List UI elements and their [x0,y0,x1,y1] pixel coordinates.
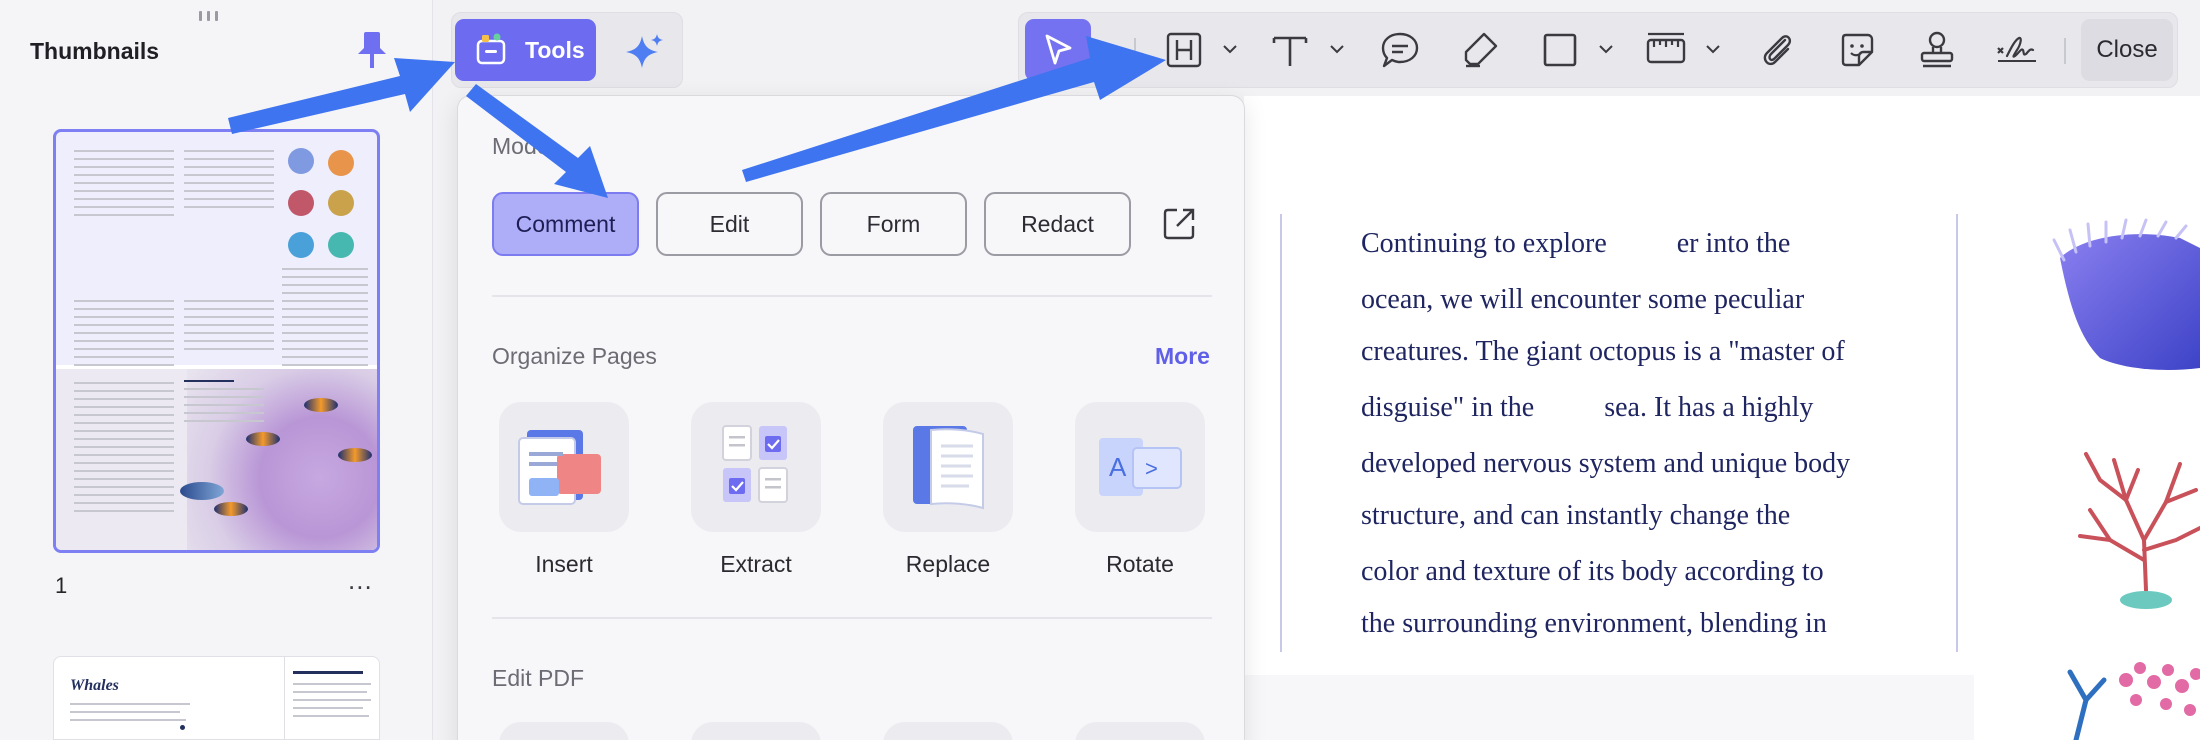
toolbar-divider [2064,38,2066,64]
pin-icon[interactable] [352,28,392,76]
highlight-heading-tool[interactable] [1160,26,1208,74]
signature-tool[interactable] [1993,26,2041,74]
heading-icon [1166,32,1202,68]
close-button[interactable]: Close [2081,19,2173,81]
mode-form-button[interactable]: Form [820,192,967,256]
page-thumbnail-1[interactable] [53,129,380,553]
chevron-down-icon[interactable] [1704,40,1722,58]
menu-divider [492,295,1212,297]
insert-label: Insert [535,551,593,577]
rotate-label: Rotate [1106,551,1174,577]
ai-sparkle-icon[interactable] [622,30,666,74]
red-coral-image [2078,452,2200,609]
chevron-down-icon[interactable] [1096,40,1114,58]
document-text-line: ocean, we will encounter some peculiar [1361,284,1805,315]
document-text-line: the surrounding environment, blending in [1361,608,1827,639]
chevron-down-icon[interactable] [1597,40,1615,58]
blue-anemone-image [2052,218,2200,370]
thumbnail-more-button[interactable]: ... [348,567,373,593]
highlighter-icon [1464,32,1498,68]
document-text-line: developed nervous system and unique body [1361,448,1851,479]
cursor-arrow-icon [1045,34,1072,65]
edit-pdf-tool-button[interactable] [499,722,629,740]
page-thumbnail-2[interactable]: Whales [53,656,380,740]
pink-coral-image [2067,662,2200,740]
panel-resize-grip[interactable] [199,11,218,21]
paperclip-icon [1763,35,1792,66]
thumbnails-panel: Thumbnails 1 ... Whales [0,0,433,740]
replace-page-icon [913,426,984,510]
document-text-line: color and texture of its body according … [1361,556,1824,587]
attachment-tool[interactable] [1753,26,1801,74]
rotate-page-icon: A > [1099,438,1182,496]
insert-page-button[interactable] [499,402,629,532]
extract-pages-button[interactable] [691,402,821,532]
comment-tool[interactable] [1376,26,1424,74]
text-icon [1272,36,1308,66]
edit-pdf-title: Edit PDF [492,665,585,691]
toolbar-divider [1134,38,1136,64]
thumbnail-2-title: Whales [70,677,119,694]
edit-pdf-tool-button[interactable] [883,722,1013,740]
toolbox-icon [476,33,506,65]
edit-pdf-tool-button[interactable] [1075,722,1205,740]
menu-divider [492,617,1212,619]
stamp-tool[interactable] [1913,26,1961,74]
mode-edit-button[interactable]: Edit [656,192,803,256]
document-page-gap [1244,675,1974,740]
page-number-label: 1 [55,573,68,598]
document-text-line: creatures. The giant octopus is a "maste… [1361,336,1845,367]
document-text-line: structure, and can instantly change the [1361,500,1791,531]
text-tool[interactable] [1266,26,1314,74]
edit-pdf-tool-button[interactable] [691,722,821,740]
tools-button-label: Tools [525,36,585,63]
mode-section-title: Mode [492,133,550,159]
measure-tool[interactable] [1642,26,1690,74]
replace-label: Replace [905,551,991,577]
mode-redact-button[interactable]: Redact [984,192,1131,256]
rotate-pages-button[interactable]: A > [1075,402,1205,532]
mode-comment-button[interactable]: Comment [492,192,639,256]
extract-label: Extract [720,551,792,577]
sticker-icon [1841,33,1874,67]
select-tool-button[interactable] [1025,19,1091,81]
ruler-icon [1646,32,1686,64]
extract-pages-icon [722,425,788,503]
svg-text:A: A [1109,452,1127,482]
thumbnails-title: Thumbnails [30,38,160,64]
tools-button[interactable]: Tools [455,19,596,81]
chevron-down-icon[interactable] [1328,40,1346,58]
signature-icon [1997,36,2036,62]
sticker-tool[interactable] [1833,26,1881,74]
document-text-line: Continuing to explore er into the [1361,228,1791,259]
open-external-icon[interactable] [1157,202,1201,246]
chevron-down-icon[interactable] [1221,40,1239,58]
stamp-icon [1920,31,1954,68]
svg-text:>: > [1145,456,1158,481]
speech-bubble-icon [1381,32,1419,68]
rectangle-icon [1543,33,1577,67]
document-text-line: disguise" in the sea. It has a highly [1361,392,1814,423]
organize-more-link[interactable]: More [1155,343,1210,370]
insert-page-icon [518,430,601,505]
marker-tool[interactable] [1456,26,1504,74]
organize-pages-title: Organize Pages [492,343,657,369]
replace-pages-button[interactable] [883,402,1013,532]
shape-tool[interactable] [1536,26,1584,74]
